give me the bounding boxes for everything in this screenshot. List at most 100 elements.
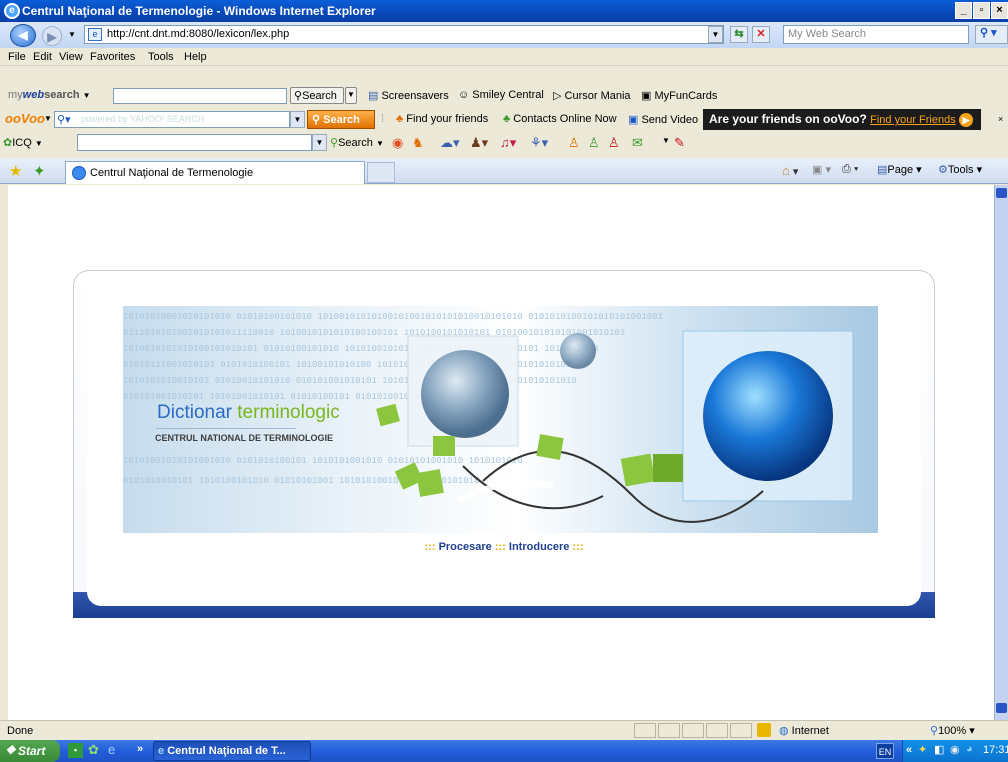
- people-icon[interactable]: ♞: [412, 135, 424, 151]
- zone-label: Internet: [791, 725, 829, 737]
- tray-update-icon[interactable]: ◕: [966, 743, 973, 755]
- games-icon[interactable]: ♟▾: [470, 135, 488, 151]
- rss-icon: ▣: [812, 164, 823, 176]
- favorites-star-icon[interactable]: ★: [9, 162, 22, 180]
- web-search-input[interactable]: My Web Search: [783, 25, 969, 44]
- refresh-icon[interactable]: ⇆: [730, 26, 748, 43]
- toolbar-item-cursor-mania[interactable]: ▷ Cursor Mania: [553, 89, 631, 102]
- toolbar-item-myfuncards[interactable]: ▣ MyFunCards: [641, 89, 717, 102]
- search-options-dropdown[interactable]: ▼: [345, 87, 357, 104]
- tools-icon[interactable]: ✎: [674, 135, 685, 151]
- tray-security-icon[interactable]: ◉: [950, 743, 960, 756]
- chevron-down-icon[interactable]: ▼: [44, 114, 52, 123]
- tray-expand-icon[interactable]: «: [906, 744, 912, 756]
- tools-label: Tools: [947, 164, 974, 176]
- send-video-button[interactable]: ▣ Send Video: [628, 113, 698, 126]
- security-zone[interactable]: ◍ Internet: [779, 724, 829, 737]
- toolbar-close-icon[interactable]: ×: [998, 114, 1003, 124]
- minimize-button[interactable]: _: [955, 2, 972, 19]
- clock[interactable]: 17:31: [983, 744, 1008, 756]
- promo-link[interactable]: Find your Friends: [870, 114, 956, 126]
- send-video-label: Send Video: [641, 114, 699, 126]
- icq-dropdown-button[interactable]: ▼: [312, 134, 327, 151]
- icq-search-input[interactable]: [77, 134, 312, 151]
- quicklaunch-expand-icon[interactable]: »: [137, 743, 143, 755]
- print-button[interactable]: ⎙ ▾: [842, 163, 859, 176]
- menu-edit[interactable]: Edit: [33, 51, 52, 63]
- link-separator: :::: [572, 541, 584, 553]
- vertical-scrollbar[interactable]: [994, 185, 1008, 720]
- close-window-button[interactable]: ×: [991, 2, 1008, 19]
- link-introducere[interactable]: Introducere: [509, 541, 570, 553]
- link-procesare[interactable]: Procesare: [439, 541, 492, 553]
- address-dropdown-button[interactable]: ▼: [708, 26, 723, 43]
- protected-mode-icon[interactable]: [757, 723, 771, 737]
- start-button[interactable]: ❖ Start: [0, 740, 60, 762]
- message-icon[interactable]: ✉: [632, 135, 643, 151]
- firefox-like-icon[interactable]: ◉: [392, 135, 403, 151]
- address-field[interactable]: e http://cnt.dnt.md:8080/lexicon/lex.php: [84, 25, 724, 44]
- yahoo-search-input[interactable]: powered by YAHOO! SEARCH: [54, 111, 290, 128]
- quicklaunch-ie-icon[interactable]: e: [108, 742, 115, 757]
- taskbar: ❖ Start ▪ ✿ e » e Centrul Naţional de T..…: [0, 740, 1008, 762]
- add-favorites-icon[interactable]: ✦: [33, 162, 46, 180]
- scroll-down-arrow[interactable]: [996, 703, 1007, 713]
- page-navigation-links: ::: Procesare ::: Introducere :::: [0, 541, 1008, 553]
- quicklaunch-icq-icon[interactable]: ✿: [88, 742, 99, 758]
- find-friends-button[interactable]: ♣ Find your friends: [396, 113, 488, 125]
- oovoo-logo[interactable]: ooVoo: [5, 111, 45, 126]
- mywebsearch-input[interactable]: [113, 88, 287, 104]
- page-icon: e: [88, 28, 102, 41]
- chevron-down-icon: ▼: [375, 139, 384, 148]
- music-icon[interactable]: ♫▾: [500, 135, 516, 151]
- feeds-button[interactable]: ▣ ▾: [812, 163, 831, 176]
- dictionary-banner: 10101010001010101010 01010100101010 1010…: [123, 306, 878, 533]
- menu-favorites[interactable]: Favorites: [90, 51, 135, 63]
- history-dropdown-icon[interactable]: ▼: [68, 30, 76, 39]
- oovoo-search-button[interactable]: ⚲ Search: [307, 110, 375, 129]
- menu-tools[interactable]: Tools: [148, 51, 174, 63]
- menu-file[interactable]: File: [8, 51, 26, 63]
- mywebsearch-search-button[interactable]: ⚲Search: [290, 87, 344, 104]
- mywebsearch-toolbar-row: mywebsearch ▼ ⚲Search ▼ ▤ Screensavers ☺…: [0, 86, 1008, 105]
- tray-network-icon[interactable]: ✦: [918, 743, 927, 756]
- contact-online-icon[interactable]: ♙: [588, 135, 600, 151]
- taskbar-window-button[interactable]: e Centrul Naţional de T...: [153, 741, 311, 761]
- chat-icon[interactable]: ☁▾: [440, 135, 460, 151]
- language-indicator[interactable]: EN: [876, 743, 894, 759]
- tray-volume-icon[interactable]: ◧: [934, 743, 944, 756]
- chevron-down-icon[interactable]: ▼: [83, 91, 91, 100]
- smiley-central-label: Smiley Central: [472, 89, 544, 101]
- chevron-down-icon[interactable]: ▼: [662, 136, 670, 145]
- contacts-online-button[interactable]: ♣ Contacts Online Now: [503, 113, 617, 125]
- contact-away-icon[interactable]: ♙: [608, 135, 620, 151]
- yahoo-dropdown-button[interactable]: ▼: [290, 111, 305, 128]
- windows-logo-icon: ❖: [5, 743, 16, 757]
- new-tab-button[interactable]: [367, 162, 395, 183]
- icq-menu[interactable]: ✿ICQ ▼: [3, 136, 43, 149]
- page-icon: ▤: [877, 164, 888, 176]
- page-menu-button[interactable]: ▤Page ▾: [877, 163, 922, 176]
- icq-search-button[interactable]: ⚲Search ▼: [330, 136, 384, 149]
- menu-view[interactable]: View: [59, 51, 83, 63]
- yahoo-placeholder: powered by YAHOO! SEARCH: [81, 114, 205, 124]
- maximize-button[interactable]: ▫: [973, 2, 990, 19]
- menu-bar: File Edit View Favorites Tools Help: [0, 48, 1008, 66]
- home-button[interactable]: ⌂ ▾: [782, 163, 798, 178]
- oovoo-promo-banner[interactable]: Are your friends on ooVoo? Find your Fri…: [703, 109, 981, 130]
- tab-current[interactable]: Centrul Naţional de Termenologie: [65, 161, 365, 184]
- back-button[interactable]: ◀: [10, 24, 36, 47]
- contact-add-icon[interactable]: ♙: [568, 135, 580, 151]
- mywebsearch-logo[interactable]: mywebsearch ▼: [8, 89, 91, 101]
- network-icon[interactable]: ⚘▾: [530, 135, 548, 151]
- forward-button[interactable]: ▶: [42, 26, 62, 46]
- scroll-up-arrow[interactable]: [996, 188, 1007, 198]
- search-go-icon[interactable]: ⚲ ▾: [975, 25, 1008, 44]
- menu-help[interactable]: Help: [184, 51, 207, 63]
- stop-icon[interactable]: ✕: [752, 26, 770, 43]
- zoom-control[interactable]: ⚲100% ▾: [930, 724, 975, 737]
- toolbar-item-smiley-central[interactable]: ☺ Smiley Central: [458, 89, 544, 101]
- toolbar-item-screensavers[interactable]: ▤ Screensavers: [368, 89, 449, 102]
- tools-menu-button[interactable]: ⚙Tools ▾: [938, 163, 982, 176]
- quicklaunch-app-icon[interactable]: ▪: [68, 743, 83, 758]
